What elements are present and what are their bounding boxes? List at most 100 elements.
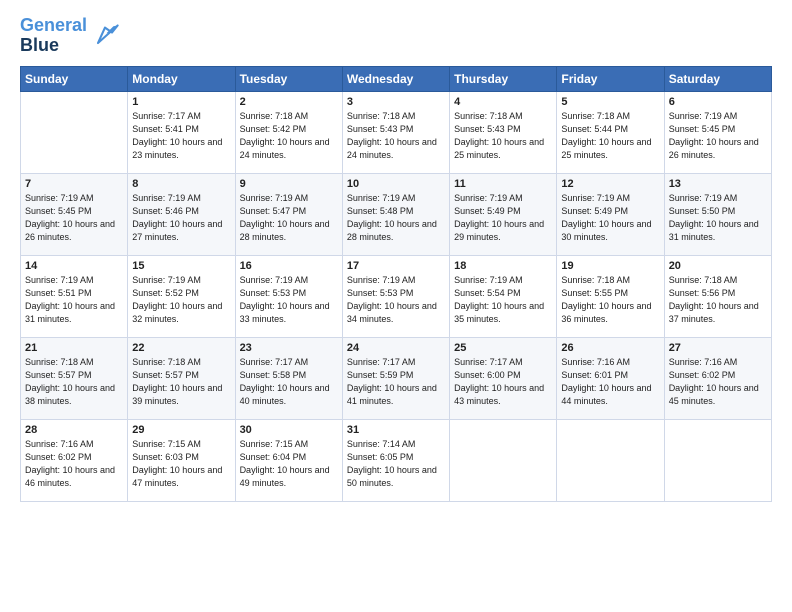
col-header-thursday: Thursday bbox=[450, 66, 557, 91]
day-info: Sunrise: 7:19 AMSunset: 5:45 PMDaylight:… bbox=[25, 192, 123, 244]
day-cell: 14 Sunrise: 7:19 AMSunset: 5:51 PMDaylig… bbox=[21, 255, 128, 337]
day-cell: 31 Sunrise: 7:14 AMSunset: 6:05 PMDaylig… bbox=[342, 419, 449, 501]
day-info: Sunrise: 7:15 AMSunset: 6:03 PMDaylight:… bbox=[132, 438, 230, 490]
day-number: 5 bbox=[561, 96, 659, 108]
day-cell: 5 Sunrise: 7:18 AMSunset: 5:44 PMDayligh… bbox=[557, 91, 664, 173]
day-info: Sunrise: 7:19 AMSunset: 5:53 PMDaylight:… bbox=[240, 274, 338, 326]
day-info: Sunrise: 7:19 AMSunset: 5:54 PMDaylight:… bbox=[454, 274, 552, 326]
day-number: 14 bbox=[25, 260, 123, 272]
day-cell: 24 Sunrise: 7:17 AMSunset: 5:59 PMDaylig… bbox=[342, 337, 449, 419]
day-info: Sunrise: 7:19 AMSunset: 5:48 PMDaylight:… bbox=[347, 192, 445, 244]
day-info: Sunrise: 7:19 AMSunset: 5:46 PMDaylight:… bbox=[132, 192, 230, 244]
day-number: 19 bbox=[561, 260, 659, 272]
day-number: 7 bbox=[25, 178, 123, 190]
day-cell: 18 Sunrise: 7:19 AMSunset: 5:54 PMDaylig… bbox=[450, 255, 557, 337]
calendar-table: SundayMondayTuesdayWednesdayThursdayFrid… bbox=[20, 66, 772, 502]
day-number: 6 bbox=[669, 96, 767, 108]
week-row-5: 28 Sunrise: 7:16 AMSunset: 6:02 PMDaylig… bbox=[21, 419, 772, 501]
day-number: 3 bbox=[347, 96, 445, 108]
day-info: Sunrise: 7:16 AMSunset: 6:01 PMDaylight:… bbox=[561, 356, 659, 408]
day-cell: 3 Sunrise: 7:18 AMSunset: 5:43 PMDayligh… bbox=[342, 91, 449, 173]
day-number: 30 bbox=[240, 424, 338, 436]
day-info: Sunrise: 7:16 AMSunset: 6:02 PMDaylight:… bbox=[669, 356, 767, 408]
day-info: Sunrise: 7:18 AMSunset: 5:44 PMDaylight:… bbox=[561, 110, 659, 162]
day-info: Sunrise: 7:19 AMSunset: 5:53 PMDaylight:… bbox=[347, 274, 445, 326]
day-number: 24 bbox=[347, 342, 445, 354]
day-number: 9 bbox=[240, 178, 338, 190]
day-cell: 4 Sunrise: 7:18 AMSunset: 5:43 PMDayligh… bbox=[450, 91, 557, 173]
day-info: Sunrise: 7:19 AMSunset: 5:50 PMDaylight:… bbox=[669, 192, 767, 244]
day-cell bbox=[450, 419, 557, 501]
col-header-monday: Monday bbox=[128, 66, 235, 91]
col-header-sunday: Sunday bbox=[21, 66, 128, 91]
day-cell: 28 Sunrise: 7:16 AMSunset: 6:02 PMDaylig… bbox=[21, 419, 128, 501]
day-cell: 21 Sunrise: 7:18 AMSunset: 5:57 PMDaylig… bbox=[21, 337, 128, 419]
day-number: 13 bbox=[669, 178, 767, 190]
day-info: Sunrise: 7:18 AMSunset: 5:43 PMDaylight:… bbox=[347, 110, 445, 162]
day-cell: 29 Sunrise: 7:15 AMSunset: 6:03 PMDaylig… bbox=[128, 419, 235, 501]
page: GeneralBlue SundayMondayTuesdayWednesday… bbox=[0, 0, 792, 512]
day-info: Sunrise: 7:16 AMSunset: 6:02 PMDaylight:… bbox=[25, 438, 123, 490]
day-number: 4 bbox=[454, 96, 552, 108]
day-cell: 16 Sunrise: 7:19 AMSunset: 5:53 PMDaylig… bbox=[235, 255, 342, 337]
day-info: Sunrise: 7:17 AMSunset: 5:58 PMDaylight:… bbox=[240, 356, 338, 408]
day-cell: 20 Sunrise: 7:18 AMSunset: 5:56 PMDaylig… bbox=[664, 255, 771, 337]
day-number: 28 bbox=[25, 424, 123, 436]
header: GeneralBlue bbox=[20, 16, 772, 56]
logo: GeneralBlue bbox=[20, 16, 119, 56]
day-info: Sunrise: 7:18 AMSunset: 5:57 PMDaylight:… bbox=[132, 356, 230, 408]
day-info: Sunrise: 7:17 AMSunset: 6:00 PMDaylight:… bbox=[454, 356, 552, 408]
day-cell: 7 Sunrise: 7:19 AMSunset: 5:45 PMDayligh… bbox=[21, 173, 128, 255]
week-row-2: 7 Sunrise: 7:19 AMSunset: 5:45 PMDayligh… bbox=[21, 173, 772, 255]
day-info: Sunrise: 7:19 AMSunset: 5:45 PMDaylight:… bbox=[669, 110, 767, 162]
day-number: 26 bbox=[561, 342, 659, 354]
day-info: Sunrise: 7:18 AMSunset: 5:42 PMDaylight:… bbox=[240, 110, 338, 162]
day-cell: 19 Sunrise: 7:18 AMSunset: 5:55 PMDaylig… bbox=[557, 255, 664, 337]
day-info: Sunrise: 7:17 AMSunset: 5:41 PMDaylight:… bbox=[132, 110, 230, 162]
day-cell: 15 Sunrise: 7:19 AMSunset: 5:52 PMDaylig… bbox=[128, 255, 235, 337]
day-number: 18 bbox=[454, 260, 552, 272]
day-cell bbox=[21, 91, 128, 173]
day-cell: 13 Sunrise: 7:19 AMSunset: 5:50 PMDaylig… bbox=[664, 173, 771, 255]
day-cell: 22 Sunrise: 7:18 AMSunset: 5:57 PMDaylig… bbox=[128, 337, 235, 419]
day-number: 16 bbox=[240, 260, 338, 272]
day-info: Sunrise: 7:19 AMSunset: 5:51 PMDaylight:… bbox=[25, 274, 123, 326]
day-info: Sunrise: 7:19 AMSunset: 5:52 PMDaylight:… bbox=[132, 274, 230, 326]
day-info: Sunrise: 7:14 AMSunset: 6:05 PMDaylight:… bbox=[347, 438, 445, 490]
day-info: Sunrise: 7:18 AMSunset: 5:57 PMDaylight:… bbox=[25, 356, 123, 408]
week-row-4: 21 Sunrise: 7:18 AMSunset: 5:57 PMDaylig… bbox=[21, 337, 772, 419]
day-cell: 2 Sunrise: 7:18 AMSunset: 5:42 PMDayligh… bbox=[235, 91, 342, 173]
day-number: 23 bbox=[240, 342, 338, 354]
day-info: Sunrise: 7:19 AMSunset: 5:49 PMDaylight:… bbox=[454, 192, 552, 244]
day-number: 15 bbox=[132, 260, 230, 272]
day-cell: 27 Sunrise: 7:16 AMSunset: 6:02 PMDaylig… bbox=[664, 337, 771, 419]
day-info: Sunrise: 7:18 AMSunset: 5:43 PMDaylight:… bbox=[454, 110, 552, 162]
day-number: 27 bbox=[669, 342, 767, 354]
day-cell: 9 Sunrise: 7:19 AMSunset: 5:47 PMDayligh… bbox=[235, 173, 342, 255]
week-row-1: 1 Sunrise: 7:17 AMSunset: 5:41 PMDayligh… bbox=[21, 91, 772, 173]
day-cell bbox=[664, 419, 771, 501]
day-number: 22 bbox=[132, 342, 230, 354]
day-number: 17 bbox=[347, 260, 445, 272]
day-number: 31 bbox=[347, 424, 445, 436]
day-info: Sunrise: 7:18 AMSunset: 5:55 PMDaylight:… bbox=[561, 274, 659, 326]
day-number: 20 bbox=[669, 260, 767, 272]
day-cell: 1 Sunrise: 7:17 AMSunset: 5:41 PMDayligh… bbox=[128, 91, 235, 173]
col-header-wednesday: Wednesday bbox=[342, 66, 449, 91]
day-number: 12 bbox=[561, 178, 659, 190]
logo-icon bbox=[91, 22, 119, 50]
day-cell: 23 Sunrise: 7:17 AMSunset: 5:58 PMDaylig… bbox=[235, 337, 342, 419]
day-info: Sunrise: 7:15 AMSunset: 6:04 PMDaylight:… bbox=[240, 438, 338, 490]
day-number: 29 bbox=[132, 424, 230, 436]
day-cell: 17 Sunrise: 7:19 AMSunset: 5:53 PMDaylig… bbox=[342, 255, 449, 337]
day-cell: 26 Sunrise: 7:16 AMSunset: 6:01 PMDaylig… bbox=[557, 337, 664, 419]
col-header-friday: Friday bbox=[557, 66, 664, 91]
day-number: 10 bbox=[347, 178, 445, 190]
day-cell: 6 Sunrise: 7:19 AMSunset: 5:45 PMDayligh… bbox=[664, 91, 771, 173]
header-row: SundayMondayTuesdayWednesdayThursdayFrid… bbox=[21, 66, 772, 91]
day-cell: 12 Sunrise: 7:19 AMSunset: 5:49 PMDaylig… bbox=[557, 173, 664, 255]
day-number: 21 bbox=[25, 342, 123, 354]
day-cell: 25 Sunrise: 7:17 AMSunset: 6:00 PMDaylig… bbox=[450, 337, 557, 419]
day-cell bbox=[557, 419, 664, 501]
day-number: 25 bbox=[454, 342, 552, 354]
